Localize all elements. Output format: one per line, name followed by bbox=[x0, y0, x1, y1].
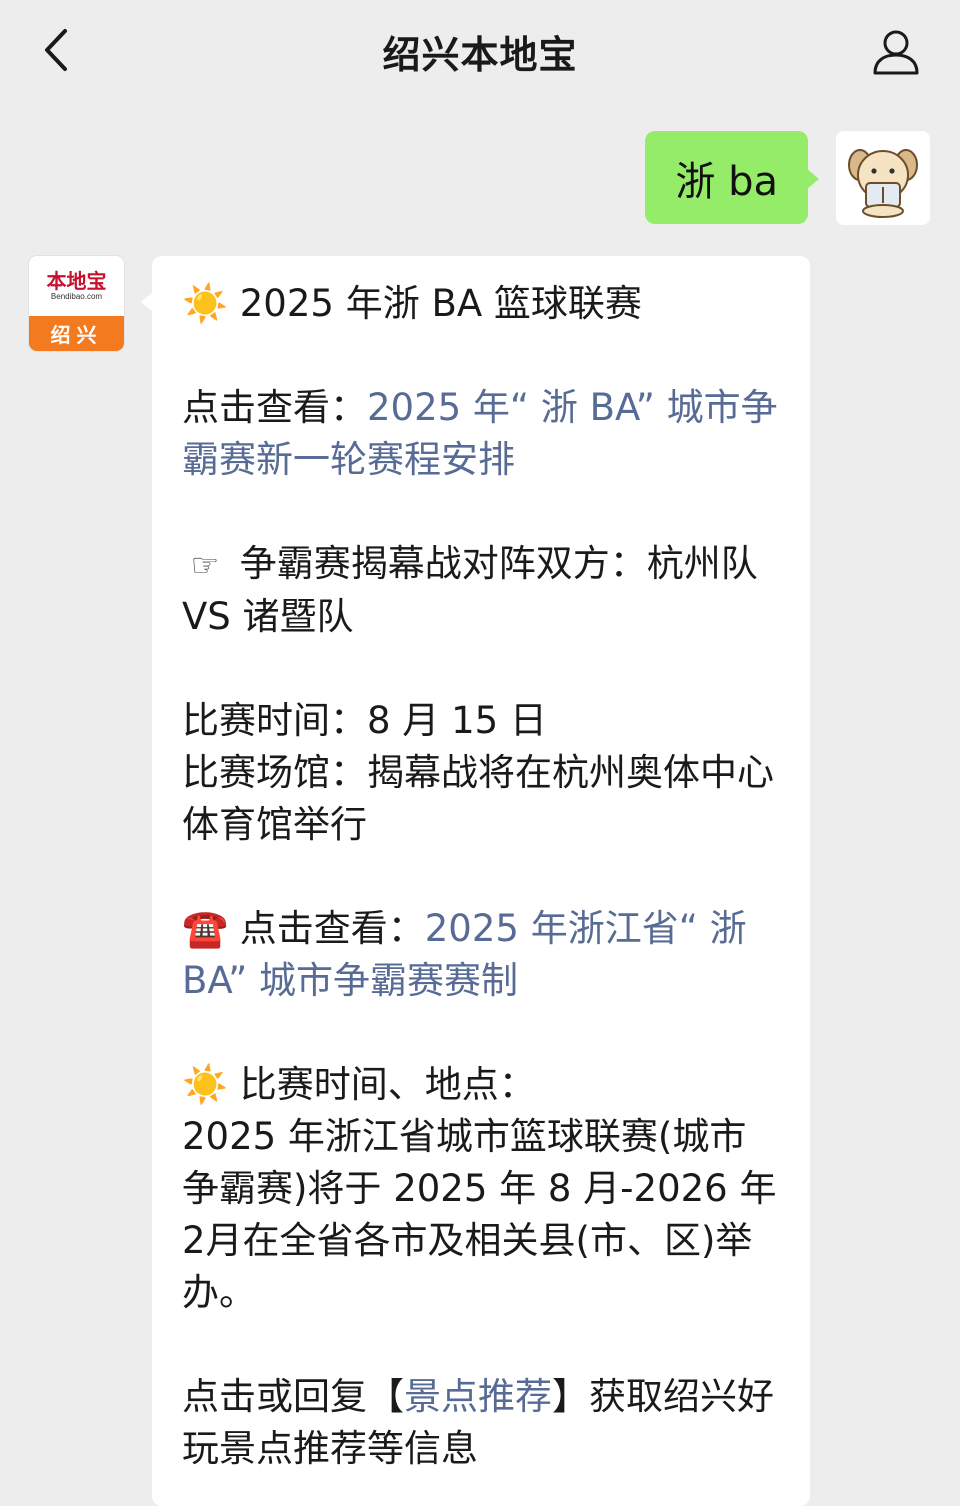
user-avatar[interactable] bbox=[836, 131, 930, 225]
outgoing-message-text: 浙 ba bbox=[675, 158, 778, 205]
message-line: ☀️ 比赛时间、地点： bbox=[182, 1059, 780, 1111]
sun-icon: ☀️ bbox=[182, 1063, 229, 1106]
sun-icon: ☀️ bbox=[182, 282, 229, 325]
link-prefix: 点击查看： bbox=[239, 907, 425, 950]
opening-match-text: 争霸赛揭幕战对阵双方：杭州队 VS 诸暨队 bbox=[182, 542, 758, 638]
puppy-avatar-icon bbox=[836, 131, 930, 225]
time-place-heading: 比赛时间、地点： bbox=[239, 1063, 536, 1106]
pointing-hand-icon: ☞ bbox=[190, 546, 220, 584]
bot-logo: 本地宝 Bendibao.com bbox=[29, 256, 124, 316]
incoming-message-bubble: ☀️ 2025 年浙 BA 篮球联赛 点击查看：2025 年“ 浙 BA” 城市… bbox=[141, 256, 810, 1506]
message-line: ☀️ 2025 年浙 BA 篮球联赛 bbox=[182, 278, 780, 330]
person-icon bbox=[873, 30, 919, 75]
telephone-icon: ☎️ bbox=[182, 907, 229, 950]
match-time: 比赛时间：8 月 15 日 bbox=[182, 699, 547, 742]
match-venue: 比赛场馆：揭幕战将在杭州奥体中心体育馆举行 bbox=[182, 751, 774, 846]
message-line: 点击或回复【景点推荐】获取绍兴好玩景点推荐等信息 bbox=[182, 1371, 780, 1475]
logo-city: 绍兴 bbox=[29, 316, 124, 351]
link-prefix: 点击查看： bbox=[182, 386, 367, 429]
bot-avatar[interactable]: 本地宝 Bendibao.com 绍兴 bbox=[29, 256, 124, 351]
top-bar: 绍兴本地宝 bbox=[0, 0, 960, 100]
logo-domain: Bendibao.com bbox=[50, 292, 103, 301]
profile-button[interactable] bbox=[868, 24, 924, 80]
league-description: 2025 年浙江省城市篮球联赛(城市争霸赛)将于 2025 年 8 月-2026… bbox=[182, 1115, 777, 1314]
logo-text: 本地宝 bbox=[46, 269, 107, 293]
message-line: ☞ 争霸赛揭幕战对阵双方：杭州队 VS 诸暨队 bbox=[182, 538, 780, 643]
message-line: ☎️ 点击查看：2025 年浙江省“ 浙 BA” 城市争霸赛赛制 bbox=[182, 903, 780, 1007]
attractions-link[interactable]: 景点推荐 bbox=[404, 1375, 552, 1418]
outgoing-message-bubble[interactable]: 浙 ba bbox=[645, 131, 819, 224]
chat-title: 绍兴本地宝 bbox=[382, 33, 578, 77]
message-heading: 2025 年浙 BA 篮球联赛 bbox=[239, 282, 642, 325]
message-line: 点击查看：2025 年“ 浙 BA” 城市争霸赛新一轮赛程安排 bbox=[182, 382, 780, 486]
reply-prefix: 点击或回复【 bbox=[182, 1375, 404, 1418]
